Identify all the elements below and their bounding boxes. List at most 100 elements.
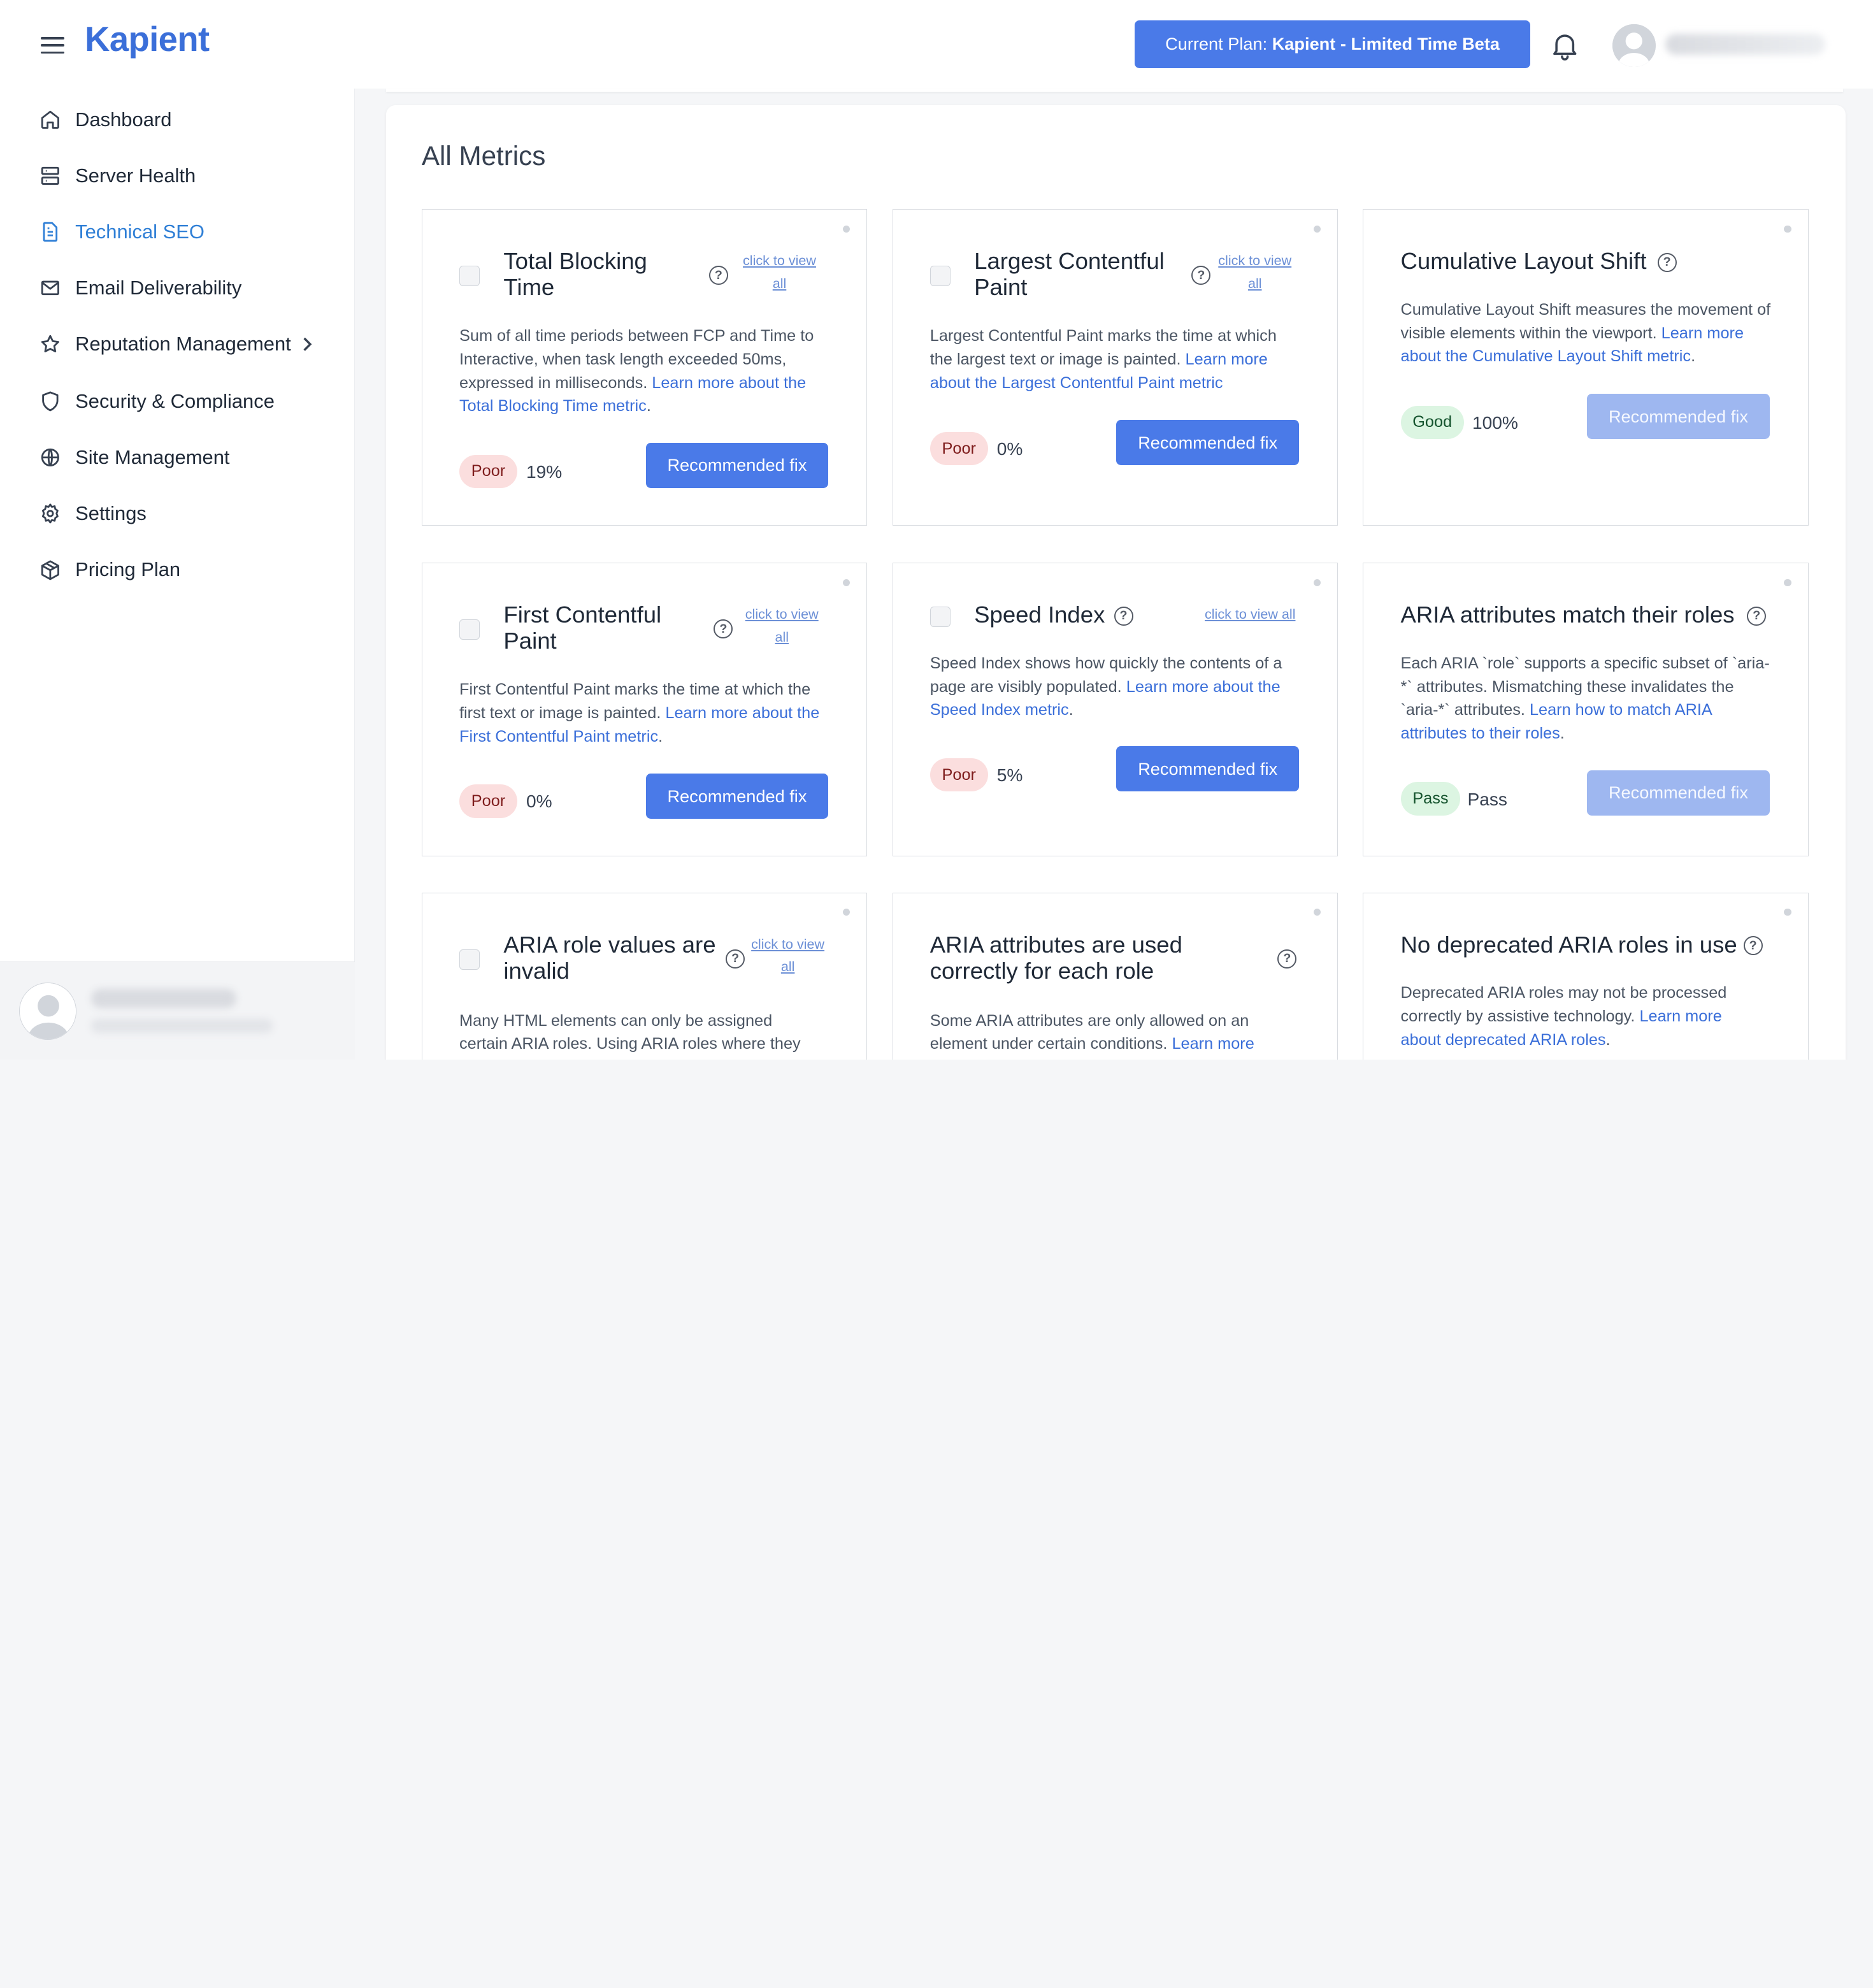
description-text: Many HTML elements can only be assigned … <box>459 1011 801 1053</box>
recommended-fix-button[interactable]: Recommended fix <box>1587 770 1770 816</box>
chevron-right-icon <box>301 337 313 352</box>
card-indicator-dot <box>842 909 850 916</box>
metric-title: ARIA role values are invalid <box>503 931 716 984</box>
help-icon[interactable]: ? <box>1747 606 1767 626</box>
server-icon <box>39 165 61 187</box>
package-icon <box>39 559 61 581</box>
metric-card-no-deprecated-aria-roles: No deprecated ARIA roles in use ? Deprec… <box>1363 892 1809 1060</box>
status-badge: Poor <box>929 758 988 792</box>
recommended-fix-button[interactable]: Recommended fix <box>1116 746 1300 792</box>
metric-description: Many HTML elements can only be assigned … <box>459 1009 818 1056</box>
sidebar-item-server-health[interactable]: Server Health <box>39 158 196 194</box>
metric-checkbox[interactable] <box>459 619 480 640</box>
metric-title: ARIA attributes are used correctly for e… <box>929 931 1182 984</box>
metric-value: 100% <box>1472 412 1518 433</box>
help-icon[interactable]: ? <box>1277 949 1297 969</box>
card-indicator-dot <box>1784 909 1791 916</box>
sidebar-item-label: Settings <box>75 502 147 525</box>
metric-card-cumulative-layout-shift: Cumulative Layout Shift ? Cumulative Lay… <box>1363 209 1809 526</box>
sidebar-item-email-deliverability[interactable]: Email Deliverability <box>39 270 241 306</box>
metric-checkbox[interactable] <box>929 606 951 627</box>
sidebar-user-footer[interactable] <box>0 962 355 1060</box>
recommended-fix-button[interactable]: Recommended fix <box>1116 420 1300 466</box>
metric-checkbox[interactable] <box>459 266 480 287</box>
sidebar-item-label: Email Deliverability <box>75 276 242 299</box>
help-icon[interactable]: ? <box>1114 606 1133 626</box>
metric-card-largest-contentful-paint: Largest Contentful Paint ? click to view… <box>892 209 1338 526</box>
view-all-link[interactable]: click to view all <box>745 933 831 978</box>
card-indicator-dot <box>1784 579 1791 586</box>
card-indicator-dot <box>1784 225 1791 233</box>
sidebar-item-label: Site Management <box>75 446 230 469</box>
sidebar-item-site-management[interactable]: Site Management <box>39 440 230 475</box>
sidebar-item-label: Reputation Management <box>75 333 291 355</box>
sidebar-item-label: Dashboard <box>75 108 172 131</box>
metric-value: 0% <box>526 791 552 812</box>
metric-description: Deprecated ARIA roles may not be process… <box>1400 984 1727 1049</box>
metric-value: 0% <box>996 439 1023 459</box>
view-all-link[interactable]: click to view all <box>1213 249 1296 294</box>
user-avatar[interactable] <box>1612 24 1656 67</box>
help-icon[interactable]: ? <box>1657 252 1677 272</box>
metric-title: Speed Index <box>974 601 1105 628</box>
metric-title: Total Blocking Time <box>503 248 647 301</box>
bell-icon[interactable] <box>1548 29 1582 62</box>
footer-user-name-blurred <box>90 988 237 1008</box>
home-icon <box>39 109 61 131</box>
help-icon[interactable]: ? <box>1191 266 1211 285</box>
status-badge: Good <box>1400 405 1464 440</box>
shield-icon <box>39 391 61 412</box>
view-all-link[interactable]: click to view all <box>1199 603 1302 626</box>
metric-description: Each ARIA `role` supports a specific sub… <box>1400 654 1770 743</box>
footer-user-email-blurred <box>90 1018 273 1033</box>
sidebar-item-settings[interactable]: Settings <box>39 496 147 531</box>
sidebar-item-pricing-plan[interactable]: Pricing Plan <box>39 552 180 587</box>
status-badge: Poor <box>929 431 988 466</box>
top-strip <box>385 88 1844 92</box>
metric-checkbox[interactable] <box>929 266 951 287</box>
metric-description: First Contentful Paint marks the time at… <box>459 681 820 746</box>
card-indicator-dot <box>842 579 850 586</box>
top-header: Kapient Current Plan: Kapient - Limited … <box>0 0 1873 89</box>
recommended-fix-button[interactable]: Recommended fix <box>1587 393 1770 440</box>
metric-value: 19% <box>526 461 563 482</box>
recommended-fix-button[interactable]: Recommended fix <box>645 774 829 819</box>
status-badge: Poor <box>459 454 517 488</box>
plan-name: Kapient - Limited Time Beta <box>1272 34 1500 54</box>
learn-more-link[interactable]: Learn more <box>1172 1035 1254 1053</box>
metric-description: Sum of all time periods between FCP and … <box>459 327 814 415</box>
document-icon <box>39 221 61 243</box>
sidebar-item-dashboard[interactable]: Dashboard <box>39 101 172 137</box>
sidebar-item-security-compliance[interactable]: Security & Compliance <box>39 384 275 419</box>
metric-description: Some ARIA attributes are only allowed on… <box>930 1009 1277 1056</box>
sidebar-item-label: Pricing Plan <box>75 558 181 581</box>
hamburger-menu-icon[interactable] <box>36 29 69 62</box>
status-badge: Poor <box>459 784 517 818</box>
metric-value: Pass <box>1467 789 1508 809</box>
card-indicator-dot <box>842 225 850 233</box>
recommended-fix-button[interactable]: Recommended fix <box>645 442 829 488</box>
help-icon[interactable]: ? <box>708 266 728 285</box>
metric-card-first-contentful-paint: First Contentful Paint ? click to view a… <box>421 563 868 857</box>
metric-title: No deprecated ARIA roles in use <box>1400 931 1737 958</box>
user-name-blurred[interactable] <box>1665 33 1825 55</box>
view-all-link[interactable]: click to view all <box>738 603 826 648</box>
sidebar: Dashboard Server Health Technical SEO Em… <box>0 88 355 1060</box>
metric-title: First Contentful Paint <box>503 601 662 654</box>
metric-card-speed-index: Speed Index ? click to view all Speed In… <box>892 563 1338 857</box>
help-icon[interactable]: ? <box>726 949 745 969</box>
sidebar-item-label: Server Health <box>75 164 196 187</box>
view-all-link[interactable]: click to view all <box>735 249 824 294</box>
logo[interactable]: Kapient <box>85 19 210 59</box>
footer-avatar[interactable] <box>19 983 76 1041</box>
star-icon <box>39 333 61 355</box>
metric-checkbox[interactable] <box>459 949 480 970</box>
help-icon[interactable]: ? <box>714 619 733 639</box>
help-icon[interactable]: ? <box>1743 936 1763 956</box>
sidebar-item-reputation-management[interactable]: Reputation Management <box>39 326 313 362</box>
sidebar-item-technical-seo[interactable]: Technical SEO <box>39 214 205 250</box>
metric-card-aria-attributes-used-correctly: ARIA attributes are used correctly for e… <box>892 892 1338 1060</box>
card-indicator-dot <box>1313 909 1321 916</box>
current-plan-button[interactable]: Current Plan: Kapient - Limited Time Bet… <box>1135 20 1530 68</box>
metric-card-aria-role-values-invalid: ARIA role values are invalid ? click to … <box>421 892 868 1060</box>
